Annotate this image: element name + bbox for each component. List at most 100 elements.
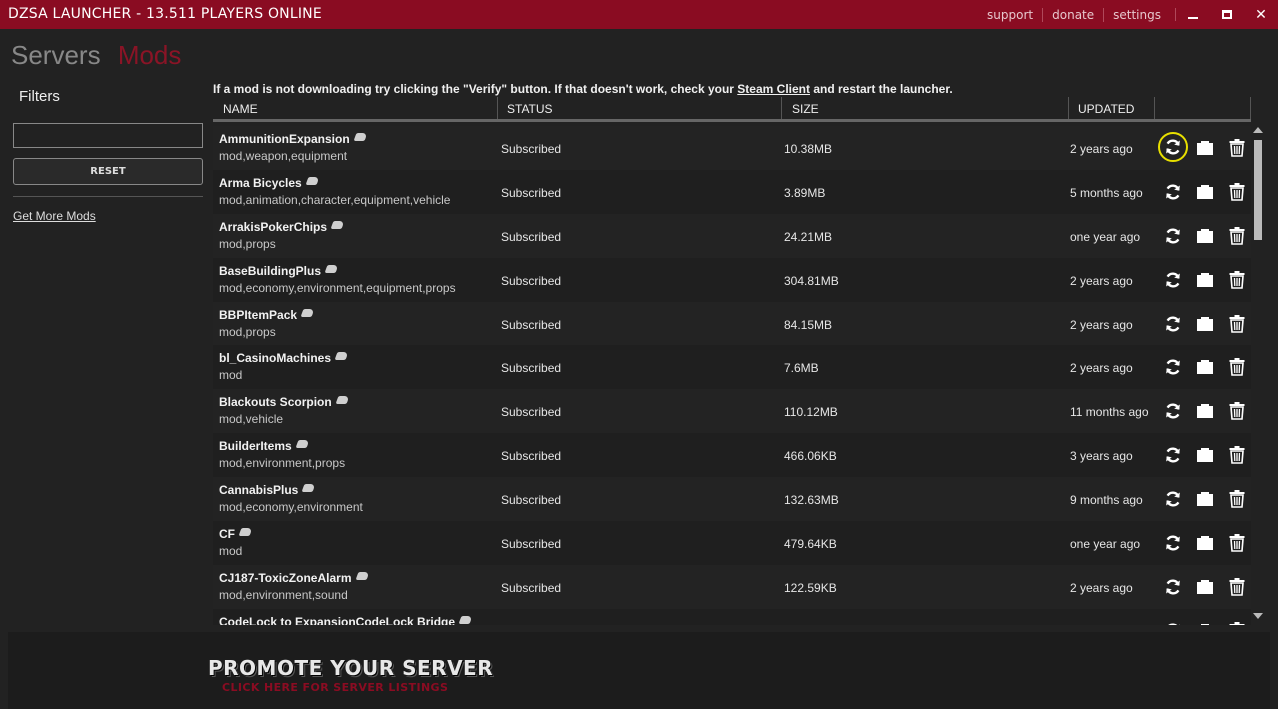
tab-mods[interactable]: Mods bbox=[118, 40, 182, 70]
folder-icon[interactable] bbox=[1189, 266, 1221, 294]
table-row[interactable]: BaseBuildingPlus mod,economy,environment,… bbox=[213, 257, 1253, 302]
mod-status: Subscribed bbox=[501, 142, 562, 156]
steam-icon[interactable] bbox=[330, 220, 345, 229]
folder-icon[interactable] bbox=[1189, 617, 1221, 625]
steam-icon[interactable] bbox=[300, 308, 315, 317]
scroll-up-icon[interactable] bbox=[1253, 127, 1263, 133]
header-status[interactable]: STATUS bbox=[498, 97, 782, 119]
mod-updated: 11 months ago bbox=[1070, 405, 1149, 420]
steam-icon[interactable] bbox=[301, 484, 316, 493]
trash-icon[interactable] bbox=[1221, 573, 1253, 601]
scroll-thumb[interactable] bbox=[1254, 140, 1262, 240]
steam-icon[interactable] bbox=[335, 396, 350, 405]
trash-icon[interactable] bbox=[1221, 397, 1253, 425]
refresh-icon[interactable] bbox=[1157, 573, 1189, 601]
banner-title: PROMOTE YOUR SERVER bbox=[208, 656, 494, 680]
reset-button[interactable]: RESET bbox=[13, 158, 203, 185]
table-row[interactable]: AmmunitionExpansion mod,weapon,equipment S… bbox=[213, 126, 1251, 170]
trash-icon[interactable] bbox=[1221, 485, 1253, 513]
steam-client-link[interactable]: Steam Client bbox=[737, 82, 810, 96]
steam-icon[interactable] bbox=[334, 352, 349, 361]
table-row[interactable]: Blackouts Scorpion mod,vehicle Subscribed 1… bbox=[213, 389, 1253, 434]
folder-icon[interactable] bbox=[1189, 441, 1221, 469]
table-row[interactable]: BuilderItems mod,environment,props Subscri… bbox=[213, 433, 1253, 478]
table-row[interactable]: CodeLock to ExpansionCodeLock Bridge bbox=[213, 608, 1253, 625]
folder-icon[interactable] bbox=[1189, 178, 1221, 206]
table-row[interactable]: bl_CasinoMachines mod Subscribed 7.6MB 2 yea… bbox=[213, 345, 1253, 390]
trash-icon[interactable] bbox=[1221, 134, 1253, 162]
trash-icon[interactable] bbox=[1221, 222, 1253, 250]
filter-input[interactable] bbox=[13, 123, 203, 148]
trash-icon[interactable] bbox=[1221, 441, 1253, 469]
mod-updated: 9 months ago bbox=[1070, 493, 1143, 508]
folder-icon[interactable] bbox=[1189, 134, 1221, 162]
refresh-icon[interactable] bbox=[1157, 617, 1189, 625]
mod-status: Subscribed bbox=[501, 449, 562, 464]
table-row[interactable]: CannabisPlus mod,economy,environment Subsc… bbox=[213, 477, 1253, 522]
table-row[interactable]: Arma Bicycles mod,animation,character,equ… bbox=[213, 169, 1253, 214]
folder-icon[interactable] bbox=[1189, 397, 1221, 425]
table-header: NAME STATUS SIZE UPDATED bbox=[213, 97, 1251, 122]
trash-icon[interactable] bbox=[1221, 617, 1253, 625]
refresh-icon[interactable] bbox=[1157, 222, 1189, 250]
mod-tags: mod,animation,character,equipment,vehicl… bbox=[219, 192, 451, 207]
table-row[interactable]: CF mod Subscribed 479.64KB one year ago bbox=[213, 521, 1251, 565]
refresh-icon[interactable] bbox=[1157, 485, 1189, 513]
close-button[interactable]: ✕ bbox=[1244, 0, 1278, 29]
steam-icon[interactable] bbox=[295, 440, 310, 449]
minimize-button[interactable] bbox=[1176, 0, 1210, 29]
folder-icon[interactable] bbox=[1189, 222, 1221, 250]
get-more-mods-link[interactable]: Get More Mods bbox=[13, 209, 96, 223]
mod-status: Subscribed bbox=[501, 317, 562, 332]
refresh-icon[interactable] bbox=[1158, 132, 1188, 162]
steam-icon[interactable] bbox=[355, 571, 369, 580]
donate-link[interactable]: donate bbox=[1042, 7, 1103, 22]
steam-icon[interactable] bbox=[353, 133, 368, 141]
mod-name-text: Arma Bicycles bbox=[219, 175, 302, 190]
mod-updated: 2 years ago bbox=[1070, 361, 1133, 376]
trash-icon[interactable] bbox=[1221, 353, 1253, 381]
settings-link[interactable]: settings bbox=[1103, 7, 1170, 22]
header-size[interactable]: SIZE bbox=[782, 97, 1069, 119]
table-scrollbar[interactable] bbox=[1251, 127, 1265, 625]
refresh-icon[interactable] bbox=[1157, 353, 1189, 381]
mod-status: Subscribed bbox=[501, 580, 562, 595]
mod-tags: mod,environment,sound bbox=[219, 587, 348, 602]
refresh-icon[interactable] bbox=[1157, 397, 1189, 425]
mod-updated: 2 years ago bbox=[1070, 142, 1133, 156]
trash-icon[interactable] bbox=[1221, 266, 1253, 294]
mod-tags: mod,vehicle bbox=[219, 412, 284, 427]
mod-status: Subscribed bbox=[501, 273, 562, 288]
trash-icon[interactable] bbox=[1221, 178, 1253, 206]
tab-servers[interactable]: Servers bbox=[11, 40, 101, 70]
table-row[interactable]: ArrakisPokerChips mod,props Subscribed 24.2… bbox=[213, 213, 1253, 258]
refresh-icon[interactable] bbox=[1157, 529, 1189, 557]
steam-icon[interactable] bbox=[305, 176, 320, 185]
title-links: support donate settings bbox=[978, 0, 1170, 29]
folder-icon[interactable] bbox=[1189, 485, 1221, 513]
refresh-icon[interactable] bbox=[1157, 266, 1189, 294]
header-updated[interactable]: UPDATED bbox=[1069, 97, 1155, 119]
folder-icon[interactable] bbox=[1189, 529, 1221, 557]
promote-banner[interactable]: PROMOTE YOUR SERVER CLICK HERE FOR SERVE… bbox=[8, 632, 1270, 709]
folder-icon[interactable] bbox=[1189, 573, 1221, 601]
mod-updated: 2 years ago bbox=[1070, 317, 1133, 332]
maximize-button[interactable] bbox=[1210, 0, 1244, 29]
table-row[interactable]: BBPItemPack mod,props Subscribed 84.15MB 2 y… bbox=[213, 301, 1253, 346]
header-name[interactable]: NAME bbox=[213, 97, 498, 119]
trash-icon[interactable] bbox=[1221, 310, 1253, 338]
steam-icon[interactable] bbox=[238, 528, 253, 537]
scroll-down-icon[interactable] bbox=[1253, 613, 1263, 619]
trash-icon[interactable] bbox=[1221, 529, 1253, 557]
main-tabs: Servers Mods bbox=[11, 40, 181, 71]
refresh-icon[interactable] bbox=[1157, 310, 1189, 338]
refresh-icon[interactable] bbox=[1157, 178, 1189, 206]
steam-icon[interactable] bbox=[324, 264, 339, 273]
refresh-icon[interactable] bbox=[1157, 441, 1189, 469]
table-row[interactable]: CJ187-ToxicZoneAlarm mod,environment,soun… bbox=[213, 564, 1253, 609]
mod-tags: mod,economy,environment bbox=[219, 500, 363, 515]
steam-icon[interactable] bbox=[458, 615, 473, 624]
folder-icon[interactable] bbox=[1189, 353, 1221, 381]
folder-icon[interactable] bbox=[1189, 310, 1221, 338]
support-link[interactable]: support bbox=[978, 8, 1042, 22]
